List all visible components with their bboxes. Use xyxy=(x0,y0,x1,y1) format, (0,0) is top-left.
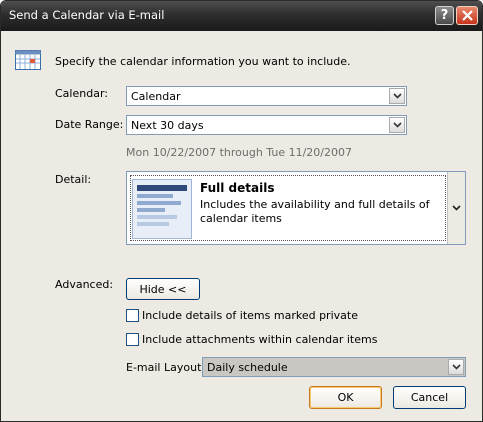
ok-button[interactable]: OK xyxy=(309,386,382,409)
intro-text: Specify the calendar information you wan… xyxy=(55,55,351,68)
close-icon xyxy=(461,10,473,21)
include-attachments-label[interactable]: Include attachments within calendar item… xyxy=(142,333,377,346)
cancel-button[interactable]: Cancel xyxy=(393,386,466,409)
help-button[interactable]: ? xyxy=(435,6,454,25)
date-range-select[interactable]: Next 30 days xyxy=(126,115,407,135)
calendar-value: Calendar xyxy=(131,90,181,103)
hide-button-label: Hide << xyxy=(139,282,187,296)
title-bar[interactable]: Send a Calendar via E-mail ? xyxy=(1,1,482,31)
window-title: Send a Calendar via E-mail xyxy=(9,8,165,22)
email-layout-select[interactable]: Daily schedule xyxy=(202,357,466,377)
full-details-preview-icon xyxy=(132,179,192,239)
date-range-value: Next 30 days xyxy=(131,119,204,132)
date-range-label: Date Range: xyxy=(55,118,124,131)
ok-button-label: OK xyxy=(337,391,354,404)
email-layout-label: E-mail Layout: xyxy=(126,361,206,374)
include-private-checkbox[interactable] xyxy=(126,309,139,322)
date-range-summary: Mon 10/22/2007 through Tue 11/20/2007 xyxy=(126,146,352,159)
detail-option-title: Full details xyxy=(200,181,275,195)
close-button[interactable] xyxy=(456,6,478,25)
calendar-select[interactable]: Calendar xyxy=(126,86,407,106)
chevron-down-icon xyxy=(392,122,402,128)
hide-advanced-button[interactable]: Hide << xyxy=(126,278,200,300)
detail-label: Detail: xyxy=(55,173,92,186)
calendar-label: Calendar: xyxy=(55,87,108,100)
include-private-label[interactable]: Include details of items marked private xyxy=(142,309,358,322)
date-range-dropdown-button[interactable] xyxy=(389,117,405,133)
advanced-label: Advanced: xyxy=(55,278,114,291)
chevron-down-icon xyxy=(392,93,402,99)
calendar-icon xyxy=(15,50,41,70)
email-layout-value: Daily schedule xyxy=(207,361,288,374)
chevron-down-icon xyxy=(451,364,461,370)
email-layout-dropdown-button[interactable] xyxy=(448,359,464,375)
detail-list[interactable]: Full details Includes the availability a… xyxy=(126,171,466,245)
dialog-window: Send a Calendar via E-mail ? Specify the… xyxy=(0,0,483,422)
include-attachments-checkbox[interactable] xyxy=(126,333,139,346)
chevron-down-icon xyxy=(452,205,461,211)
detail-option-full[interactable]: Full details Includes the availability a… xyxy=(130,175,446,241)
detail-scroll-button[interactable] xyxy=(447,172,465,244)
detail-option-description: Includes the availability and full detai… xyxy=(200,198,430,225)
calendar-dropdown-button[interactable] xyxy=(389,88,405,104)
cancel-button-label: Cancel xyxy=(410,391,449,404)
help-icon: ? xyxy=(440,8,449,23)
